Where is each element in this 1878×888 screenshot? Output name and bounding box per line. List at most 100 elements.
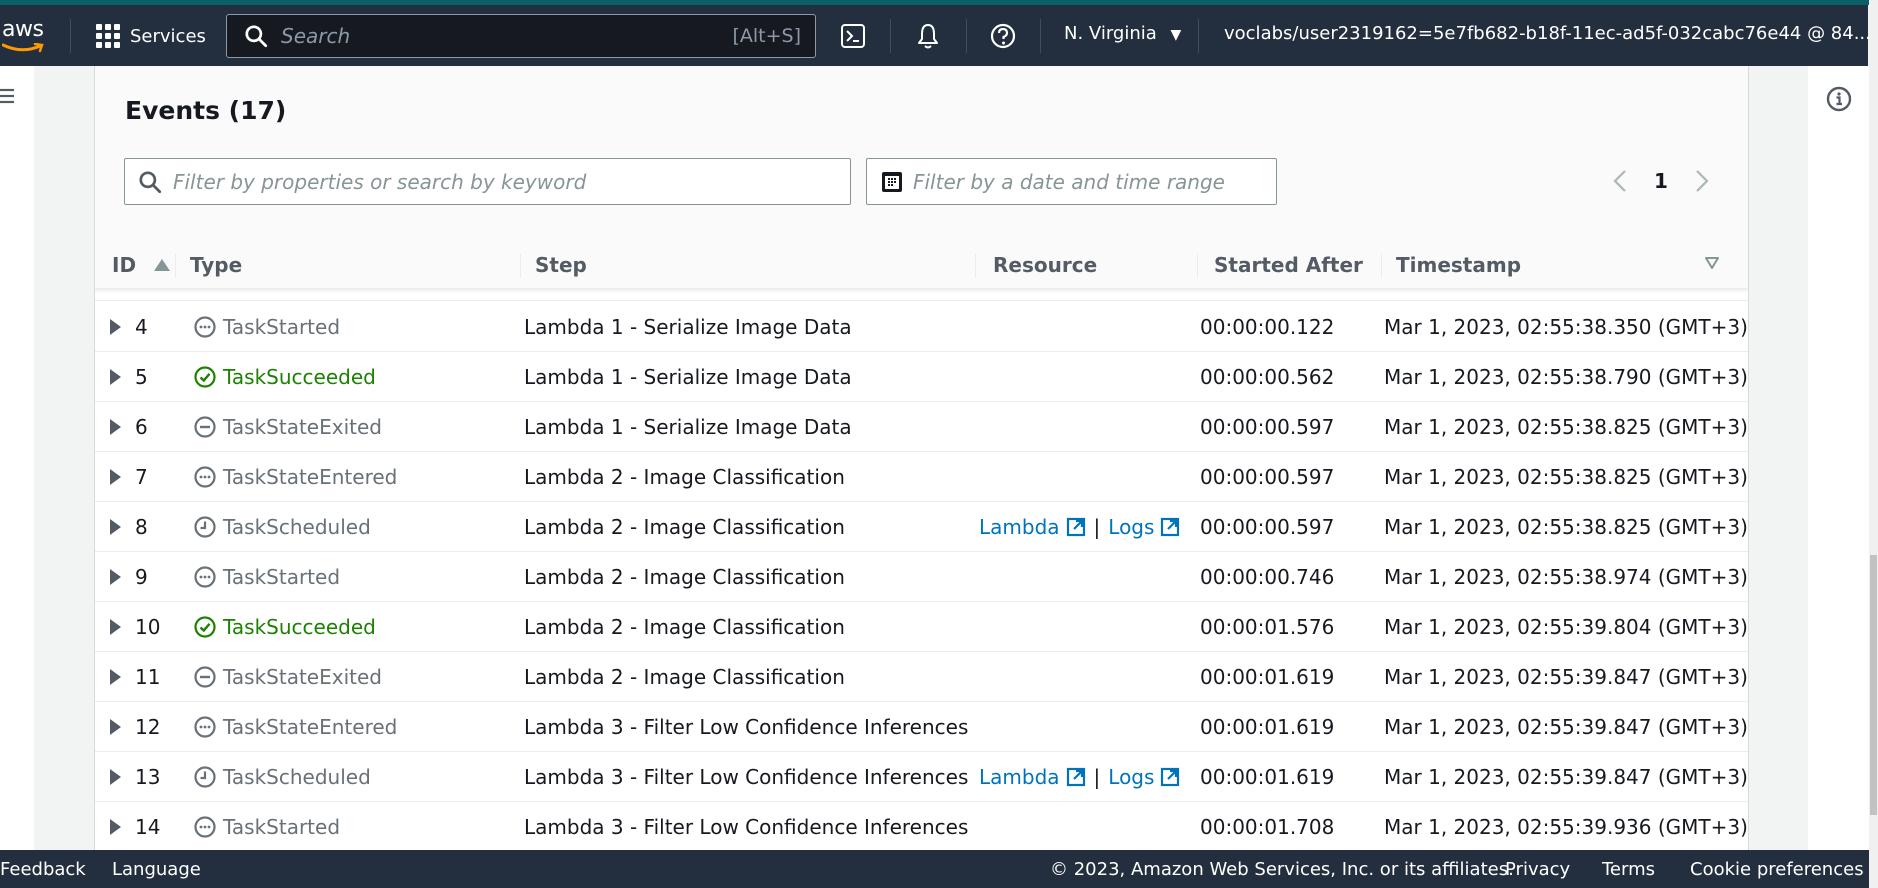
search-input[interactable] bbox=[281, 24, 711, 48]
logs-link[interactable]: Logs bbox=[1108, 765, 1180, 789]
success-check-icon bbox=[194, 616, 216, 638]
event-type: TaskStarted bbox=[193, 552, 340, 602]
nav-divider bbox=[70, 19, 71, 53]
event-type-label: TaskStateExited bbox=[223, 665, 382, 689]
exited-icon bbox=[194, 666, 216, 688]
current-page[interactable]: 1 bbox=[1633, 169, 1689, 193]
property-filter-input[interactable] bbox=[173, 169, 813, 194]
caret-right-icon bbox=[110, 719, 121, 735]
table-row[interactable]: 8 TaskScheduled Lambda 2 - Image Classific… bbox=[95, 502, 1748, 552]
table-row[interactable]: 5 TaskSucceeded Lambda 1 - Serialize Image… bbox=[95, 352, 1748, 402]
event-type-label: TaskStateEntered bbox=[223, 465, 398, 489]
event-id: 11 bbox=[135, 665, 161, 689]
next-page-button[interactable] bbox=[1689, 164, 1715, 198]
info-icon[interactable] bbox=[1826, 86, 1852, 112]
date-range-filter[interactable] bbox=[866, 158, 1277, 205]
expand-row-button[interactable] bbox=[110, 402, 121, 452]
terms-link[interactable]: Terms bbox=[1602, 859, 1655, 880]
cookie-preferences-link[interactable]: Cookie preferences bbox=[1690, 859, 1864, 880]
table-row[interactable]: 13 TaskScheduled Lambda 3 - Filter Low Con… bbox=[95, 752, 1748, 802]
clock-icon bbox=[194, 766, 216, 788]
external-link-icon bbox=[1066, 517, 1085, 537]
table-preferences-icon[interactable] bbox=[1704, 256, 1720, 270]
event-type-label: TaskStarted bbox=[223, 315, 341, 339]
caret-right-icon bbox=[110, 369, 121, 385]
pagination: 1 bbox=[1607, 164, 1715, 198]
help-button[interactable] bbox=[988, 21, 1018, 51]
scrollbar-thumb[interactable] bbox=[1870, 555, 1877, 815]
property-filter[interactable] bbox=[124, 158, 851, 205]
event-started-after: 00:00:00.122 bbox=[1200, 315, 1335, 339]
calendar-icon bbox=[882, 171, 902, 192]
table-row[interactable]: 11 TaskStateExited Lambda 2 - Image Classi… bbox=[95, 652, 1748, 702]
expand-row-button[interactable] bbox=[110, 352, 121, 402]
event-step: Lambda 3 - Filter Low Confidence Inferen… bbox=[524, 715, 969, 739]
lambda-link[interactable]: Lambda bbox=[979, 765, 1086, 789]
column-header-resource[interactable]: Resource bbox=[975, 240, 1097, 289]
lambda-link[interactable]: Lambda bbox=[979, 515, 1086, 539]
table-row[interactable]: 6 TaskStateExited Lambda 1 - Serialize Ima… bbox=[95, 402, 1748, 452]
caret-right-icon bbox=[110, 469, 121, 485]
column-header-resource-label: Resource bbox=[993, 252, 1098, 277]
in-progress-icon bbox=[194, 466, 216, 488]
event-timestamp: Mar 1, 2023, 02:55:38.350 (GMT+3) bbox=[1384, 315, 1748, 339]
hamburger-menu-icon[interactable] bbox=[0, 88, 16, 104]
column-header-step[interactable]: Step bbox=[520, 240, 587, 289]
column-divider bbox=[975, 254, 976, 278]
event-started-after: 00:00:01.619 bbox=[1200, 715, 1335, 739]
expand-row-button[interactable] bbox=[110, 702, 121, 752]
region-selector[interactable]: N. Virginia ▼ bbox=[1064, 23, 1181, 44]
sort-ascending-icon bbox=[154, 258, 171, 271]
feedback-link[interactable]: Feedback bbox=[0, 859, 86, 880]
table-row[interactable]: 10 TaskSucceeded Lambda 2 - Image Classifi… bbox=[95, 602, 1748, 652]
global-search[interactable]: [Alt+S] bbox=[226, 14, 816, 58]
event-step: Lambda 2 - Image Classification bbox=[524, 515, 845, 539]
cloudshell-button[interactable] bbox=[838, 21, 868, 51]
column-header-started-after[interactable]: Started After bbox=[1197, 240, 1363, 289]
expand-row-button[interactable] bbox=[110, 802, 121, 850]
resource-separator: | bbox=[1093, 515, 1101, 539]
column-header-type[interactable]: Type bbox=[175, 240, 242, 289]
caret-right-icon bbox=[110, 569, 121, 585]
table-row[interactable]: 7 TaskStateEntered Lambda 2 - Image Classi… bbox=[95, 452, 1748, 502]
expand-row-button[interactable] bbox=[110, 302, 121, 352]
page-scrollbar[interactable] bbox=[1869, 0, 1878, 888]
event-timestamp: Mar 1, 2023, 02:55:38.825 (GMT+3) bbox=[1384, 415, 1748, 439]
notifications-button[interactable] bbox=[913, 21, 943, 51]
in-progress-icon bbox=[194, 716, 216, 738]
event-timestamp: Mar 1, 2023, 02:55:39.847 (GMT+3) bbox=[1384, 765, 1748, 789]
logs-link[interactable]: Logs bbox=[1108, 515, 1180, 539]
event-started-after: 00:00:00.597 bbox=[1200, 465, 1335, 489]
content-gutter bbox=[34, 66, 94, 850]
aws-logo[interactable]: aws bbox=[0, 15, 50, 55]
expand-row-button[interactable] bbox=[110, 552, 121, 602]
event-step: Lambda 1 - Serialize Image Data bbox=[524, 415, 852, 439]
expand-row-button[interactable] bbox=[110, 602, 121, 652]
event-timestamp: Mar 1, 2023, 02:55:39.804 (GMT+3) bbox=[1384, 615, 1748, 639]
table-row[interactable]: 12 TaskStateEntered Lambda 3 - Filter Low … bbox=[95, 702, 1748, 752]
language-link[interactable]: Language bbox=[112, 859, 201, 880]
previous-page-button[interactable] bbox=[1607, 164, 1633, 198]
nav-divider bbox=[966, 19, 967, 53]
event-started-after: 00:00:01.708 bbox=[1200, 815, 1335, 839]
event-type: TaskStateExited bbox=[193, 402, 382, 452]
date-range-input[interactable] bbox=[913, 169, 1253, 194]
account-menu[interactable]: voclabs/user2319162=5e7fb682-b18f-11ec-a… bbox=[1224, 23, 1878, 44]
event-id: 14 bbox=[135, 815, 161, 839]
expand-row-button[interactable] bbox=[110, 752, 121, 802]
aws-smile-icon bbox=[2, 43, 44, 53]
event-id: 6 bbox=[135, 415, 148, 439]
event-id: 8 bbox=[135, 515, 148, 539]
table-row[interactable]: 9 TaskStarted Lambda 2 - Image Classificat… bbox=[95, 552, 1748, 602]
table-row[interactable]: 4 TaskStarted Lambda 1 - Serialize Image D… bbox=[95, 302, 1748, 352]
table-row[interactable]: 14 TaskStarted Lambda 3 - Filter Low Confi… bbox=[95, 802, 1748, 850]
expand-row-button[interactable] bbox=[110, 502, 121, 552]
expand-row-button[interactable] bbox=[110, 452, 121, 502]
column-header-timestamp[interactable]: Timestamp bbox=[1381, 240, 1521, 289]
event-type-label: TaskSucceeded bbox=[223, 615, 376, 639]
column-header-id[interactable]: ID bbox=[112, 240, 171, 289]
services-menu-button[interactable]: Services bbox=[96, 21, 206, 51]
account-label: voclabs/user2319162=5e7fb682-b18f-11ec-a… bbox=[1224, 23, 1871, 44]
expand-row-button[interactable] bbox=[110, 652, 121, 702]
privacy-link[interactable]: Privacy bbox=[1505, 859, 1570, 880]
